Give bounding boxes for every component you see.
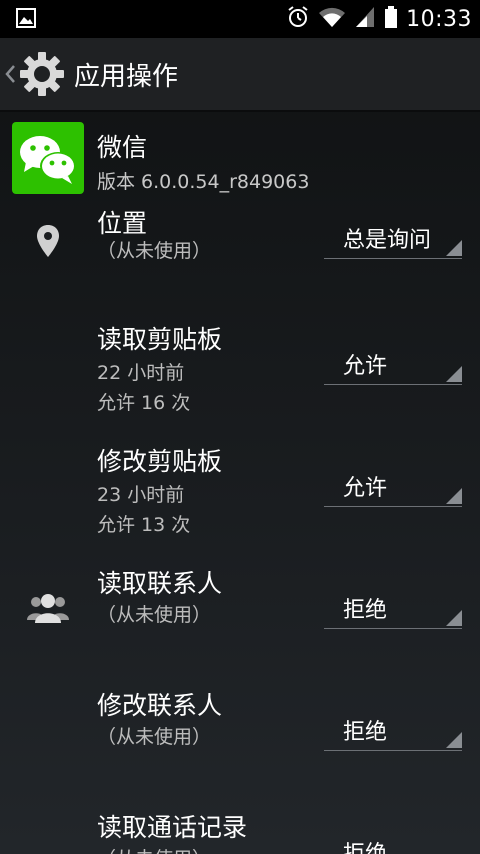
- status-bar: 10:33: [0, 0, 480, 38]
- status-time: 10:33: [406, 6, 472, 32]
- status-icons: 10:33: [286, 0, 472, 38]
- spinner-value: 拒绝: [343, 598, 388, 623]
- permission-spinner[interactable]: 拒绝: [324, 588, 462, 629]
- permission-spinner[interactable]: 允许: [324, 466, 462, 507]
- gear-icon[interactable]: [18, 50, 66, 98]
- wifi-icon: [318, 5, 346, 33]
- image-notification-icon: [16, 8, 36, 28]
- spinner-arrow-icon: [446, 240, 462, 256]
- permission-location: 位置 （从未使用） 总是询问: [0, 194, 480, 304]
- permission-title: 位置: [97, 209, 148, 238]
- app-name: 微信: [97, 133, 148, 162]
- permission-spinner[interactable]: 总是询问: [324, 218, 462, 259]
- battery-icon: [384, 5, 398, 33]
- spinner-arrow-icon: [446, 488, 462, 504]
- permission-title: 读取联系人: [97, 569, 223, 598]
- permission-spinner[interactable]: 允许: [324, 344, 462, 385]
- spinner-arrow-icon: [446, 366, 462, 382]
- permission-count: 允许 16 次: [97, 392, 191, 414]
- permission-read-contacts: 读取联系人 （从未使用） 拒绝: [0, 560, 480, 670]
- spinner-value: 允许: [343, 476, 388, 501]
- permission-modify-contacts: 修改联系人 （从未使用） 拒绝: [0, 682, 480, 792]
- location-pin-icon: [36, 224, 60, 262]
- permission-modify-clipboard: 修改剪贴板 23 小时前 允许 13 次 允许: [0, 438, 480, 548]
- permission-title: 读取剪贴板: [97, 325, 223, 354]
- permission-read-clipboard: 读取剪贴板 22 小时前 允许 16 次 允许: [0, 316, 480, 426]
- app-version: 版本 6.0.0.54_r849063: [97, 171, 310, 193]
- spinner-value: 拒绝: [343, 720, 388, 745]
- chevron-left-icon[interactable]: [4, 64, 16, 84]
- permission-spinner[interactable]: 拒绝: [324, 710, 462, 751]
- permission-title: 修改联系人: [97, 691, 223, 720]
- permission-usage: （从未使用）: [97, 604, 212, 626]
- permission-title: 读取通话记录: [97, 813, 248, 842]
- wechat-logo: [12, 122, 84, 194]
- alarm-icon: [286, 5, 310, 33]
- spinner-value: 允许: [343, 354, 388, 379]
- permission-usage: （从未使用）: [97, 726, 212, 748]
- permission-usage: （从未使用）: [97, 844, 211, 854]
- permission-title: 修改剪贴板: [97, 447, 223, 476]
- permission-usage: （从未使用）: [97, 240, 212, 262]
- contacts-icon: [26, 592, 70, 628]
- permission-spinner[interactable]: 拒绝: [324, 832, 462, 854]
- permission-read-call-log: 读取通话记录 （从未使用） 拒绝: [0, 804, 480, 854]
- spinner-arrow-icon: [446, 732, 462, 748]
- action-bar: 应用操作: [0, 38, 480, 112]
- cell-signal-icon: [354, 5, 376, 33]
- spinner-arrow-icon: [446, 610, 462, 626]
- page-title: 应用操作: [74, 62, 179, 92]
- spinner-value: 总是询问: [343, 228, 432, 253]
- permission-last-used: 23 小时前: [97, 484, 185, 506]
- app-header: 微信 版本 6.0.0.54_r849063: [0, 112, 480, 194]
- permission-count: 允许 13 次: [97, 514, 191, 536]
- spinner-value: 拒绝: [343, 836, 387, 854]
- permission-last-used: 22 小时前: [97, 362, 185, 384]
